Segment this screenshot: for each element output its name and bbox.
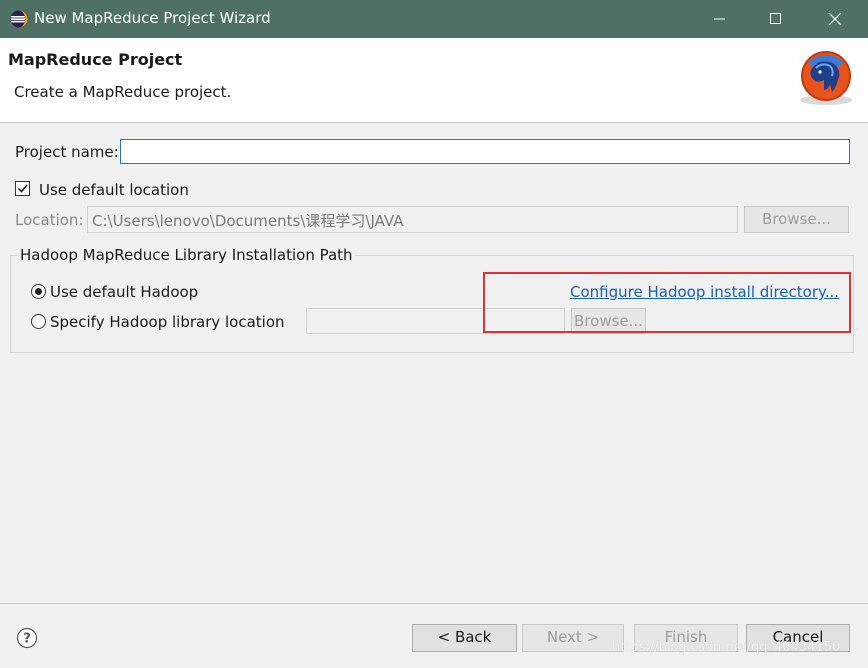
- checkmark-icon: [17, 184, 28, 193]
- use-default-location-checkbox[interactable]: [15, 181, 30, 196]
- next-button[interactable]: Next >: [522, 624, 624, 652]
- maximize-icon: [770, 13, 781, 24]
- svg-text:?: ?: [23, 632, 31, 647]
- help-icon[interactable]: ?: [16, 627, 38, 649]
- use-default-hadoop-label: Use default Hadoop: [50, 283, 199, 301]
- mapreduce-elephant-logo: [800, 51, 852, 105]
- location-input[interactable]: C:\Users\lenovo\Documents\课程学习\JAVA: [87, 206, 738, 233]
- hadoop-group-title: Hadoop MapReduce Library Installation Pa…: [18, 246, 355, 264]
- close-icon: [828, 12, 842, 26]
- eclipse-app-icon: [10, 10, 28, 28]
- maximize-button[interactable]: [748, 0, 804, 38]
- use-default-location-label: Use default location: [39, 181, 189, 199]
- title-bar: New MapReduce Project Wizard: [0, 0, 868, 38]
- use-default-hadoop-radio[interactable]: [31, 284, 46, 299]
- wizard-header: MapReduce Project Create a MapReduce pro…: [0, 38, 868, 123]
- window-title: New MapReduce Project Wizard: [34, 9, 271, 27]
- close-button[interactable]: [808, 0, 864, 38]
- back-button[interactable]: < Back: [412, 624, 517, 652]
- watermark: https://blog.csdn.net/qq_40434150: [612, 640, 841, 655]
- minimize-icon: [714, 18, 725, 20]
- project-name-label: Project name:: [15, 143, 119, 161]
- location-label: Location:: [15, 211, 84, 229]
- page-title: MapReduce Project: [8, 50, 183, 69]
- specify-hadoop-location-radio[interactable]: [31, 314, 46, 329]
- annotation-highlight-box: [483, 272, 851, 333]
- page-description: Create a MapReduce project.: [14, 83, 232, 101]
- footer-separator: [0, 603, 868, 604]
- specify-hadoop-location-label: Specify Hadoop library location: [50, 313, 285, 331]
- location-browse-button[interactable]: Browse...: [744, 206, 849, 233]
- project-name-input[interactable]: [120, 139, 850, 164]
- minimize-button[interactable]: [692, 0, 748, 38]
